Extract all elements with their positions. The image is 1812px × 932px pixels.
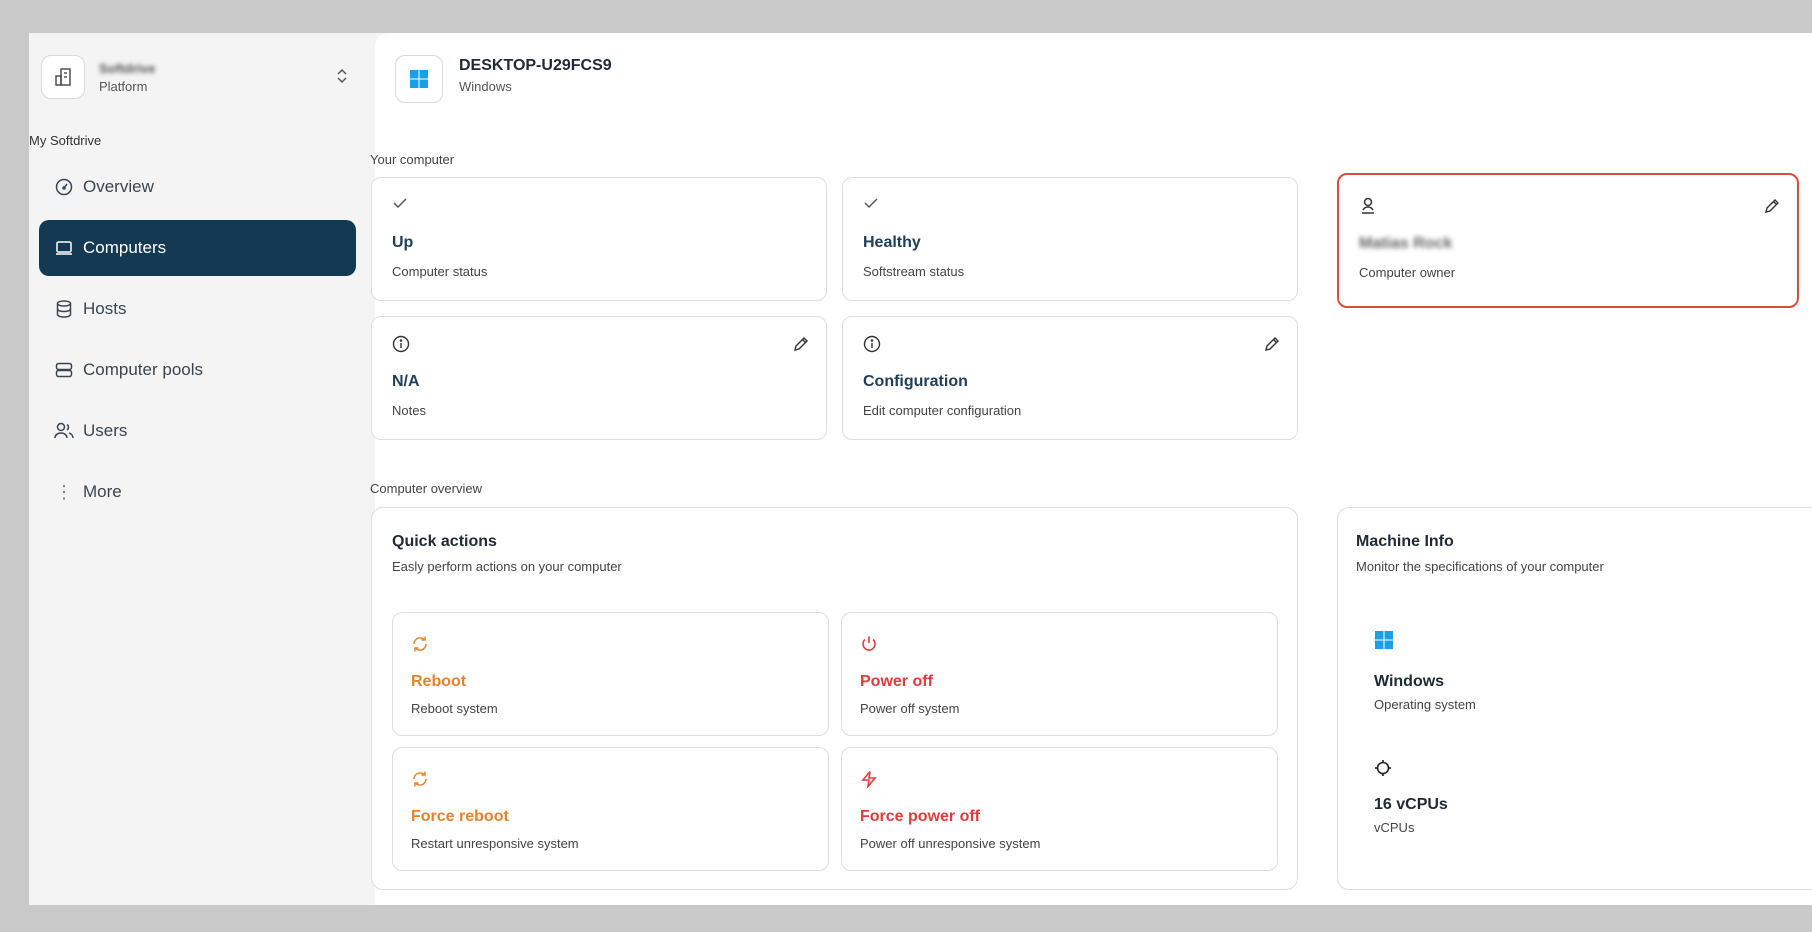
status-label: Computer status	[392, 264, 488, 279]
machine-info-title: Machine Info	[1356, 533, 1454, 550]
quick-actions-subtitle: Easly perform actions on your computer	[392, 559, 622, 574]
softstream-label: Softstream status	[863, 264, 965, 279]
pencil-icon[interactable]	[792, 335, 810, 358]
sidebar-item-label: Computer pools	[83, 360, 204, 379]
chevron-updown-icon[interactable]	[336, 67, 348, 90]
sidebar-item-label: Users	[83, 421, 128, 440]
machine-info-subtitle: Monitor the specifications of your compu…	[1356, 559, 1604, 574]
device-name: DESKTOP-U29FCS9	[459, 56, 612, 74]
windows-logo-icon	[395, 55, 443, 103]
notes-card[interactable]: N/A Notes	[371, 316, 827, 440]
action-title: Force power off	[860, 808, 981, 825]
user-icon	[1360, 197, 1376, 220]
configuration-card[interactable]: Configuration Edit computer configuratio…	[842, 316, 1298, 440]
force-power-off-button[interactable]: Force power off Power off unresponsive s…	[841, 747, 1278, 871]
org-switcher[interactable]: Softdrive Platform	[41, 51, 358, 103]
check-icon	[863, 196, 879, 215]
force-reboot-button[interactable]: Force reboot Restart unresponsive system	[392, 747, 829, 871]
sidebar-item-more[interactable]: ⋮ More	[39, 464, 356, 520]
users-icon	[54, 421, 74, 441]
app-window: Softdrive Platform My Softdrive Overview	[29, 33, 1812, 905]
sidebar-item-label: Overview	[83, 177, 154, 196]
server-icon	[54, 360, 74, 380]
section-label: My Softdrive	[29, 133, 102, 148]
status-value: Up	[392, 234, 414, 251]
computer-overview-label: Computer overview	[370, 481, 482, 496]
sidebar-item-computer-pools[interactable]: Computer pools	[39, 342, 356, 398]
quick-actions-title: Quick actions	[392, 533, 497, 550]
sidebar-item-users[interactable]: Users	[39, 403, 356, 459]
device-header: DESKTOP-U29FCS9 Windows	[395, 55, 612, 103]
cpu-value: 16 vCPUs	[1374, 796, 1448, 813]
configuration-title: Configuration	[863, 373, 968, 390]
more-vertical-icon: ⋮	[55, 481, 73, 502]
info-icon	[863, 335, 881, 358]
action-subtitle: Power off system	[860, 701, 960, 716]
info-icon	[392, 335, 410, 358]
sidebar-item-label: More	[83, 482, 122, 501]
owner-label: Computer owner	[1359, 265, 1456, 280]
sidebar-item-label: Hosts	[83, 299, 127, 318]
action-subtitle: Restart unresponsive system	[411, 836, 579, 851]
sidebar-item-overview[interactable]: Overview	[39, 159, 356, 215]
owner-card[interactable]: Matias Rock Computer owner	[1337, 173, 1799, 308]
quick-actions-panel: Quick actions Easly perform actions on y…	[371, 507, 1298, 890]
sidebar-item-computers[interactable]: Computers	[39, 220, 356, 276]
your-computer-label: Your computer	[370, 152, 455, 167]
status-card: Up Computer status	[371, 177, 827, 301]
notes-label: Notes	[392, 403, 426, 418]
action-subtitle: Power off unresponsive system	[860, 836, 1041, 851]
sidebar-nav: Overview Computers Hosts Computer pools …	[39, 159, 356, 525]
gauge-icon	[54, 177, 74, 197]
action-title: Power off	[860, 673, 933, 690]
configuration-label: Edit computer configuration	[863, 403, 1022, 418]
owner-name: Matias Rock	[1359, 235, 1453, 252]
check-icon	[392, 196, 408, 215]
refresh-icon	[411, 770, 429, 793]
org-subtitle: Platform	[99, 78, 148, 94]
sidebar: Softdrive Platform My Softdrive Overview	[29, 33, 374, 905]
os-value: Windows	[1374, 673, 1445, 690]
os-label: Operating system	[1374, 697, 1476, 712]
sidebar-item-hosts[interactable]: Hosts	[39, 281, 356, 337]
building-icon	[41, 55, 85, 99]
windows-logo-icon	[1374, 630, 1476, 655]
device-os: Windows	[459, 78, 512, 94]
laptop-icon	[54, 238, 74, 258]
notes-value: N/A	[392, 373, 420, 390]
pencil-icon[interactable]	[1263, 335, 1281, 358]
cpu-label: vCPUs	[1374, 820, 1415, 835]
zap-icon	[860, 770, 878, 793]
softstream-card: Healthy Softstream status	[842, 177, 1298, 301]
refresh-icon	[411, 635, 429, 658]
action-title: Reboot	[411, 673, 467, 690]
power-icon	[860, 635, 878, 658]
power-off-button[interactable]: Power off Power off system	[841, 612, 1278, 736]
main-panel: DESKTOP-U29FCS9 Windows Your computer Up…	[370, 33, 1812, 905]
pencil-icon[interactable]	[1763, 197, 1781, 220]
cpu-icon	[1374, 759, 1448, 782]
reboot-button[interactable]: Reboot Reboot system	[392, 612, 829, 736]
action-title: Force reboot	[411, 808, 509, 825]
machine-info-panel: Machine Info Monitor the specifications …	[1337, 507, 1812, 890]
database-icon	[54, 299, 74, 319]
softstream-value: Healthy	[863, 234, 921, 251]
os-spec: Windows Operating system	[1374, 630, 1476, 712]
cpu-spec: 16 vCPUs vCPUs	[1374, 759, 1448, 835]
org-name: Softdrive	[99, 60, 156, 76]
action-subtitle: Reboot system	[411, 701, 498, 716]
sidebar-item-label: Computers	[83, 238, 167, 257]
